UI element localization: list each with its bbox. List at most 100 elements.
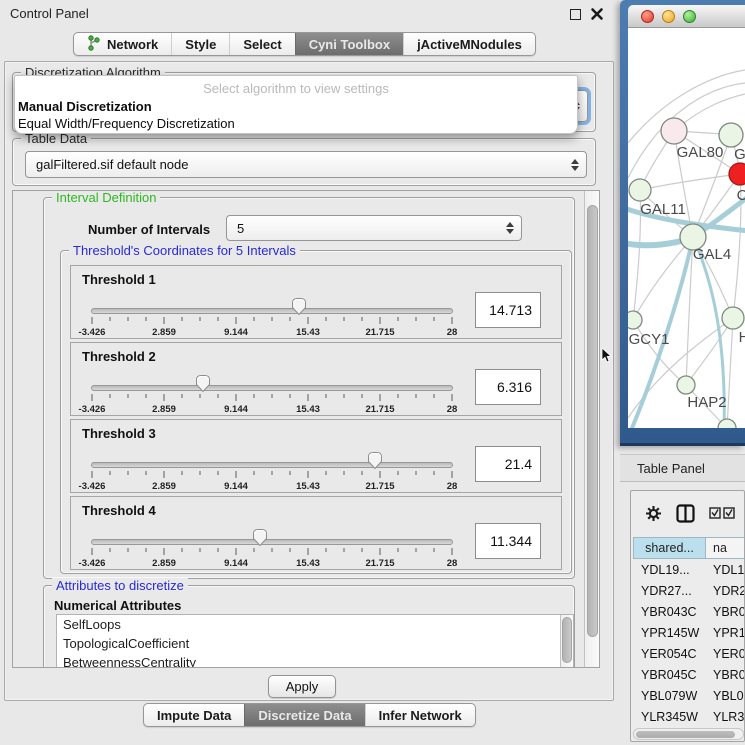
slider-ticks: -3.4262.8599.14415.4321.71528	[91, 393, 453, 415]
threshold-value-field[interactable]: 11.344	[475, 523, 541, 559]
cell-name[interactable]: YPR1	[706, 626, 745, 640]
column-header-shared-name[interactable]: shared...	[633, 537, 706, 559]
tab-infer-network[interactable]: Infer Network	[365, 704, 475, 726]
cell-shared-name[interactable]: YPR145W	[633, 626, 706, 640]
network-node[interactable]	[729, 163, 745, 185]
attributes-list-scrollbar[interactable]	[560, 615, 573, 667]
minimize-window-icon[interactable]	[662, 10, 675, 23]
svg-text:21.715: 21.715	[365, 558, 395, 569]
svg-text:2.859: 2.859	[152, 558, 176, 569]
threshold-slider-track[interactable]	[91, 462, 453, 468]
gear-icon[interactable]	[645, 505, 662, 522]
node-table: shared... na YDL19...YDL1YDR27...YDR2YBR…	[630, 490, 745, 742]
tab-label: Infer Network	[379, 708, 462, 723]
threshold-slider-thumb[interactable]	[291, 297, 307, 316]
network-node-label: HAP2	[687, 394, 726, 411]
threshold-slider-track[interactable]	[91, 385, 453, 391]
threshold-value-field[interactable]: 21.4	[475, 446, 541, 482]
number-of-intervals-value: 5	[237, 221, 244, 236]
threshold-slider-track[interactable]	[91, 308, 453, 314]
threshold-value-field[interactable]: 14.713	[475, 292, 541, 328]
algorithm-menu-item[interactable]: Equal Width/Frequency Discretization	[15, 115, 577, 132]
zoom-window-icon[interactable]	[683, 10, 696, 23]
table-row[interactable]: YBR045CYBR0	[633, 664, 745, 685]
network-view[interactable]: GAL80GCGAL11GAL4GCY1HHAP2	[628, 28, 745, 428]
threshold-slider-thumb[interactable]	[252, 528, 268, 547]
numerical-attributes-label: Numerical Attributes	[54, 598, 181, 613]
threshold-label: Threshold 4	[82, 503, 156, 518]
cell-shared-name[interactable]: YBR043C	[633, 605, 706, 619]
tab-impute-data[interactable]: Impute Data	[144, 704, 244, 726]
table-panel-title: Table Panel	[637, 461, 705, 476]
cell-name[interactable]: YBR0	[706, 605, 745, 619]
tab-label: Discretize Data	[258, 708, 351, 723]
table-row[interactable]: YBL079WYBL0	[633, 685, 745, 706]
tab-label: jActiveMNodules	[417, 37, 522, 52]
numerical-attributes-list[interactable]: SelfLoopsTopologicalCoefficientBetweenne…	[56, 614, 574, 668]
network-node[interactable]	[661, 118, 687, 144]
float-panel-icon[interactable]	[570, 9, 581, 20]
attribute-list-item[interactable]: BetweennessCentrality	[57, 653, 573, 668]
cell-shared-name[interactable]: YBL079W	[633, 689, 706, 703]
network-node[interactable]	[629, 179, 651, 201]
network-node-label: H	[739, 329, 745, 346]
tab-discretize-data[interactable]: Discretize Data	[244, 704, 364, 726]
column-layout-icon[interactable]	[676, 504, 695, 523]
cell-shared-name[interactable]: YER054C	[633, 647, 706, 661]
table-row[interactable]: YLR345WYLR3	[633, 706, 745, 726]
table-row[interactable]: YDR27...YDR2	[633, 580, 745, 601]
cell-name[interactable]: YER0	[706, 647, 745, 661]
threshold-slider-thumb[interactable]	[195, 374, 211, 393]
threshold-slider-thumb[interactable]	[367, 451, 383, 470]
table-row[interactable]: YDL19...YDL1	[633, 559, 745, 580]
select-columns-icon[interactable]	[709, 507, 735, 519]
svg-text:28: 28	[447, 558, 458, 569]
svg-text:-3.426: -3.426	[79, 327, 106, 338]
svg-text:9.144: 9.144	[224, 327, 248, 338]
cell-name[interactable]: YDL1	[706, 563, 744, 577]
threshold-label: Threshold 1	[82, 272, 156, 287]
cell-shared-name[interactable]: YLR345W	[633, 710, 706, 724]
network-node[interactable]	[722, 307, 744, 329]
cell-name[interactable]: YBR0	[706, 668, 745, 682]
attribute-list-item[interactable]: TopologicalCoefficient	[57, 634, 573, 653]
algorithm-menu-item[interactable]: Manual Discretization	[15, 98, 577, 115]
settings-scrollbar[interactable]	[584, 191, 600, 667]
cell-name[interactable]: YLR3	[706, 710, 744, 724]
tab-cyni-toolbox[interactable]: Cyni Toolbox	[295, 33, 403, 55]
close-panel-icon[interactable]	[590, 7, 604, 21]
tab-label: Network	[107, 37, 158, 52]
cell-shared-name[interactable]: YDR27...	[633, 584, 706, 598]
threshold-slider-track[interactable]	[91, 539, 453, 545]
slider-ticks: -3.4262.8599.14415.4321.71528	[91, 470, 453, 492]
network-node[interactable]	[628, 311, 642, 329]
close-window-icon[interactable]	[641, 10, 654, 23]
table-h-scrollbar[interactable]	[633, 728, 744, 740]
cell-name[interactable]: YDR2	[706, 584, 745, 598]
svg-text:-3.426: -3.426	[79, 404, 106, 415]
attribute-list-item[interactable]: SelfLoops	[57, 615, 573, 634]
svg-text:2.859: 2.859	[152, 481, 176, 492]
network-window-titlebar[interactable]	[628, 5, 745, 28]
tab-jactivemnodules[interactable]: jActiveMNodules	[403, 33, 535, 55]
network-node[interactable]	[718, 419, 736, 428]
column-header-name[interactable]: na	[706, 537, 745, 559]
tab-select[interactable]: Select	[229, 33, 294, 55]
table-row[interactable]: YER054CYER0	[633, 643, 745, 664]
svg-text:15.43: 15.43	[296, 558, 320, 569]
tab-style[interactable]: Style	[171, 33, 229, 55]
table-data-select[interactable]: galFiltered.sif default node	[25, 151, 587, 178]
number-of-intervals-select[interactable]: 5	[226, 215, 522, 241]
table-row[interactable]: YPR145WYPR1	[633, 622, 745, 643]
network-node[interactable]	[677, 376, 695, 394]
threshold-value-field[interactable]: 6.316	[475, 369, 541, 405]
table-row[interactable]: YBR043CYBR0	[633, 601, 745, 622]
tab-network[interactable]: Network	[74, 33, 171, 55]
tab-label: Cyni Toolbox	[309, 37, 390, 52]
cell-shared-name[interactable]: YBR045C	[633, 668, 706, 682]
apply-button[interactable]: Apply	[268, 675, 336, 698]
cell-name[interactable]: YBL0	[706, 689, 744, 703]
cell-shared-name[interactable]: YDL19...	[633, 563, 706, 577]
threshold-label: Threshold 2	[82, 349, 156, 364]
svg-text:15.43: 15.43	[296, 404, 320, 415]
